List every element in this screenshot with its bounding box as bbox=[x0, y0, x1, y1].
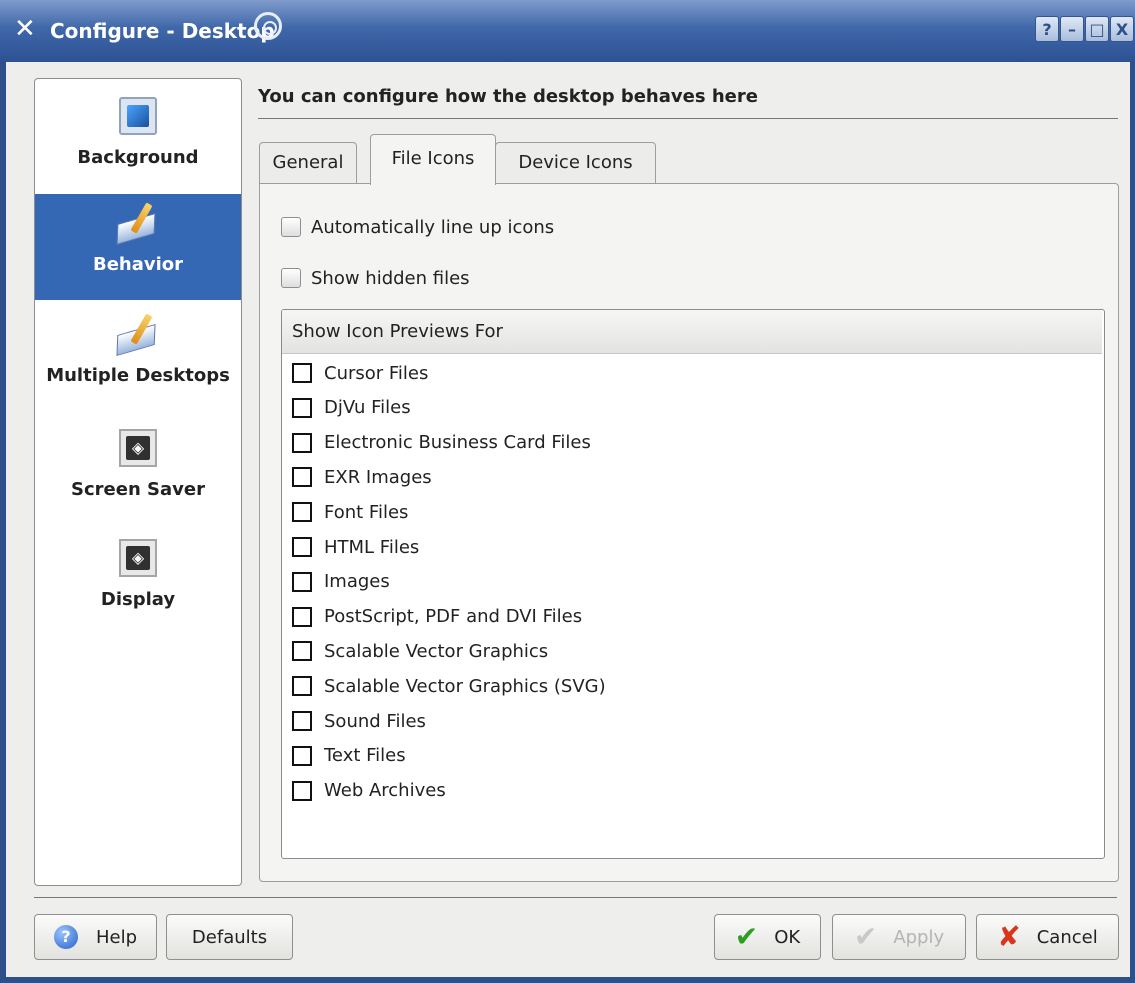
defaults-button[interactable]: Defaults bbox=[166, 914, 293, 960]
preview-checkbox[interactable] bbox=[292, 711, 312, 731]
sidebar-item-screen-saver[interactable]: ◈ Screen Saver bbox=[35, 429, 241, 529]
list-item-label: Electronic Business Card Files bbox=[324, 432, 591, 454]
list-item[interactable]: DjVu Files bbox=[292, 393, 411, 423]
preview-checkbox[interactable] bbox=[292, 571, 312, 592]
sidebar-item-behavior[interactable]: Behavior bbox=[35, 194, 241, 300]
preview-checkbox[interactable] bbox=[292, 467, 312, 488]
check-icon: ✔ bbox=[853, 920, 878, 953]
sidebar-item-multiple-desktops[interactable]: Multiple Desktops bbox=[35, 313, 241, 413]
header-divider bbox=[258, 118, 1118, 119]
title-bar[interactable]: ✕ Configure - Desktop ? – □ X bbox=[0, 0, 1135, 62]
list-item-label: Images bbox=[324, 571, 390, 593]
background-monitor-icon bbox=[119, 97, 157, 135]
sidebar-item-display[interactable]: ◈ Display bbox=[35, 539, 241, 639]
auto-lineup-checkbox[interactable] bbox=[281, 217, 301, 237]
tab-device-icons[interactable]: Device Icons bbox=[495, 142, 656, 184]
close-button[interactable]: X bbox=[1110, 16, 1134, 42]
ok-button-label: OK bbox=[774, 926, 801, 948]
list-item-label: Text Files bbox=[324, 745, 406, 767]
list-item[interactable]: Text Files bbox=[292, 741, 406, 771]
help-icon: ? bbox=[53, 925, 78, 949]
sidebar-item-background[interactable]: Background bbox=[35, 97, 241, 197]
sidebar-item-label: Screen Saver bbox=[71, 479, 205, 500]
desktop-pencil-icon bbox=[116, 313, 160, 357]
icon-preview-list[interactable]: Show Icon Previews For Cursor Files DjVu … bbox=[281, 309, 1105, 859]
list-item-label: Sound Files bbox=[324, 710, 426, 732]
list-item-label: Scalable Vector Graphics bbox=[324, 640, 549, 662]
footer-divider bbox=[34, 897, 1117, 898]
show-hidden-checkbox[interactable] bbox=[281, 268, 301, 288]
list-item[interactable]: Web Archives bbox=[292, 776, 446, 806]
preview-checkbox[interactable] bbox=[292, 606, 312, 627]
tab-file-icons[interactable]: File Icons bbox=[370, 134, 496, 185]
preview-checkbox[interactable] bbox=[292, 432, 312, 453]
apply-button-label: Apply bbox=[893, 926, 945, 948]
tab-general[interactable]: General bbox=[259, 142, 357, 184]
sidebar-item-label: Multiple Desktops bbox=[46, 365, 230, 386]
list-item[interactable]: Electronic Business Card Files bbox=[292, 428, 591, 458]
list-item[interactable]: Scalable Vector Graphics (SVG) bbox=[292, 671, 606, 701]
screen-saver-monitor-icon: ◈ bbox=[119, 429, 157, 467]
auto-lineup-label: Automatically line up icons bbox=[311, 216, 555, 238]
help-button-label: Help bbox=[95, 926, 138, 948]
display-monitor-icon: ◈ bbox=[119, 539, 157, 577]
preview-checkbox[interactable] bbox=[292, 745, 312, 766]
help-button[interactable]: ? Help bbox=[34, 914, 157, 960]
show-hidden-label: Show hidden files bbox=[311, 267, 470, 289]
cancel-x-icon: ✘ bbox=[997, 920, 1021, 953]
module-sidebar: Background Behavior Multiple Desktops ◈ … bbox=[34, 78, 242, 886]
list-column-header[interactable]: Show Icon Previews For bbox=[282, 310, 1102, 354]
page-header: You can configure how the desktop behave… bbox=[258, 86, 758, 107]
sidebar-item-label: Background bbox=[77, 147, 199, 168]
list-item-label: Web Archives bbox=[324, 780, 446, 802]
auto-lineup-option[interactable]: Automatically line up icons bbox=[281, 214, 554, 240]
list-item-label: DjVu Files bbox=[324, 397, 411, 419]
list-item[interactable]: Cursor Files bbox=[292, 358, 428, 388]
kde-x-icon: ✕ bbox=[14, 14, 36, 44]
list-item[interactable]: Scalable Vector Graphics bbox=[292, 636, 548, 666]
list-item-label: EXR Images bbox=[324, 466, 432, 488]
defaults-button-label: Defaults bbox=[191, 926, 268, 948]
cancel-button[interactable]: ✘ Cancel bbox=[976, 914, 1119, 960]
apply-button[interactable]: ✔ Apply bbox=[832, 914, 966, 960]
maximize-button[interactable]: □ bbox=[1085, 16, 1109, 42]
preview-checkbox[interactable] bbox=[292, 780, 312, 801]
minimize-button[interactable]: – bbox=[1060, 16, 1084, 42]
show-hidden-option[interactable]: Show hidden files bbox=[281, 265, 470, 291]
preview-checkbox[interactable] bbox=[292, 676, 312, 697]
desktop-pencil-icon bbox=[116, 202, 160, 246]
list-item-label: HTML Files bbox=[324, 536, 420, 558]
help-title-button[interactable]: ? bbox=[1035, 16, 1059, 42]
window-title: Configure - Desktop bbox=[50, 19, 275, 43]
check-icon: ✔ bbox=[734, 920, 759, 953]
preview-checkbox[interactable] bbox=[292, 502, 312, 523]
preview-checkbox[interactable] bbox=[292, 397, 312, 418]
list-item[interactable]: Font Files bbox=[292, 497, 408, 527]
sidebar-item-label: Behavior bbox=[92, 254, 184, 275]
list-item[interactable]: EXR Images bbox=[292, 462, 432, 492]
configure-desktop-window: ✕ Configure - Desktop ? – □ X Background… bbox=[0, 0, 1135, 983]
list-item-label: Font Files bbox=[324, 501, 409, 523]
sidebar-item-label: Display bbox=[100, 589, 176, 610]
list-item[interactable]: Images bbox=[292, 567, 390, 597]
preview-checkbox[interactable] bbox=[292, 363, 312, 383]
ok-button[interactable]: ✔ OK bbox=[714, 914, 821, 960]
preview-checkbox[interactable] bbox=[292, 537, 312, 557]
list-item[interactable]: Sound Files bbox=[292, 706, 426, 736]
list-item-label: Scalable Vector Graphics (SVG) bbox=[324, 675, 606, 697]
list-item[interactable]: PostScript, PDF and DVI Files bbox=[292, 602, 582, 632]
list-item[interactable]: HTML Files bbox=[292, 532, 419, 562]
list-item-label: Cursor Files bbox=[324, 362, 429, 384]
preview-checkbox[interactable] bbox=[292, 641, 312, 662]
list-item-label: PostScript, PDF and DVI Files bbox=[324, 606, 583, 628]
swirl-icon bbox=[254, 12, 282, 40]
cancel-button-label: Cancel bbox=[1036, 926, 1098, 948]
